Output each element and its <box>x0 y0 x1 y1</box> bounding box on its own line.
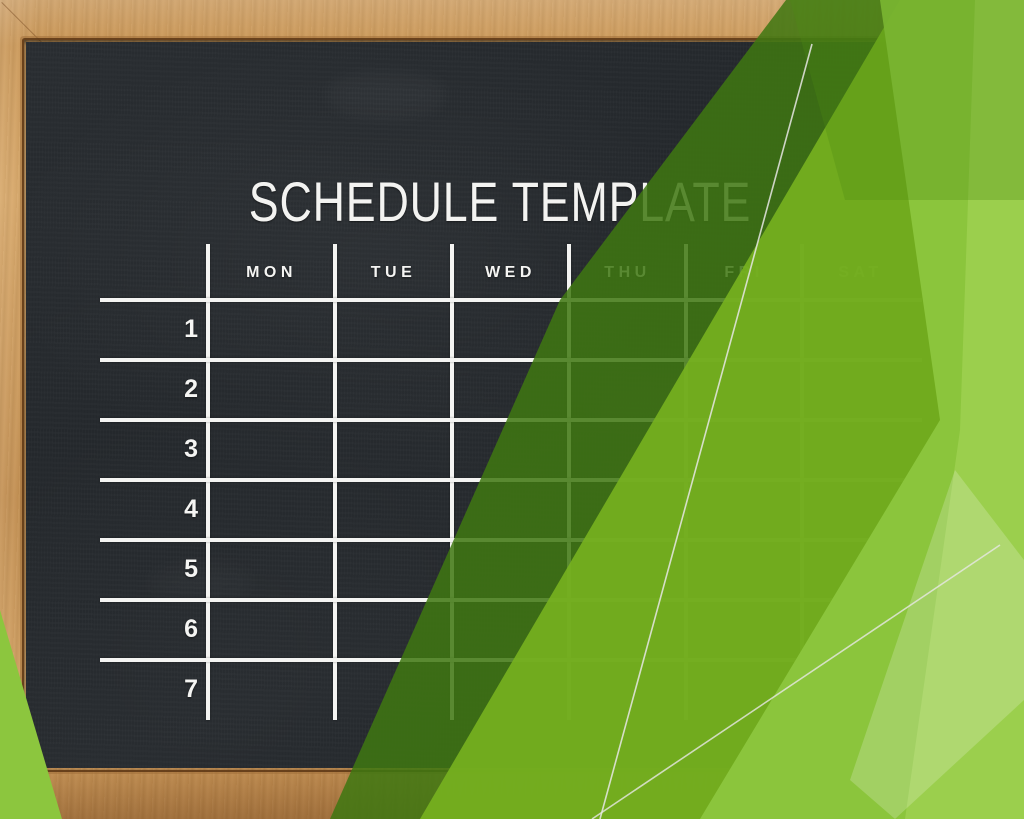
schedule-cell[interactable] <box>337 482 450 538</box>
schedule-cell[interactable] <box>688 602 800 658</box>
schedule-cell[interactable] <box>454 422 567 478</box>
schedule-cell[interactable] <box>688 662 800 720</box>
schedule-cell[interactable] <box>688 302 800 358</box>
day-header-fri: FRI <box>724 264 764 281</box>
schedule-cell[interactable] <box>804 662 922 720</box>
row-number-7: 7 <box>184 675 198 703</box>
schedule-cell[interactable] <box>688 362 800 418</box>
schedule-cell[interactable] <box>210 542 333 598</box>
schedule-cell[interactable] <box>454 302 567 358</box>
schedule-cell[interactable] <box>210 302 333 358</box>
row-number-3: 3 <box>184 435 198 463</box>
schedule-cell[interactable] <box>688 542 800 598</box>
schedule-cell[interactable] <box>804 482 922 538</box>
day-header-thu: THU <box>604 264 651 281</box>
schedule-cell[interactable] <box>454 602 567 658</box>
schedule-cell[interactable] <box>210 422 333 478</box>
chalk-smudge <box>326 72 446 118</box>
schedule-cell[interactable] <box>804 542 922 598</box>
row-number-5: 5 <box>184 555 198 583</box>
schedule-cell[interactable] <box>571 602 684 658</box>
row-number-6: 6 <box>184 615 198 643</box>
row-number-4: 4 <box>184 495 198 523</box>
row-number-1: 1 <box>184 315 198 343</box>
row-number-2: 2 <box>184 375 198 403</box>
schedule-cell[interactable] <box>337 662 450 720</box>
schedule-template-slide: SCHEDULE TEMPLATE MON TUE WED THU FRI SA… <box>0 0 1024 819</box>
schedule-cell[interactable] <box>454 362 567 418</box>
day-header-sat: SAT <box>838 264 883 281</box>
schedule-cell[interactable] <box>688 482 800 538</box>
schedule-cell[interactable] <box>688 422 800 478</box>
schedule-cell[interactable] <box>337 542 450 598</box>
schedule-cell[interactable] <box>571 482 684 538</box>
day-header-tue: TUE <box>370 264 417 281</box>
schedule-cell[interactable] <box>210 602 333 658</box>
schedule-cell[interactable] <box>210 662 333 720</box>
schedule-cell[interactable] <box>571 542 684 598</box>
schedule-cell[interactable] <box>454 542 567 598</box>
schedule-cell[interactable] <box>804 422 922 478</box>
schedule-cell[interactable] <box>337 602 450 658</box>
schedule-cell[interactable] <box>571 362 684 418</box>
day-header-mon: MON <box>246 264 297 281</box>
schedule-cell[interactable] <box>337 362 450 418</box>
schedule-cell[interactable] <box>210 482 333 538</box>
day-header-wed: WED <box>485 264 536 281</box>
schedule-cell[interactable] <box>210 362 333 418</box>
schedule-cell[interactable] <box>454 662 567 720</box>
schedule-grid: MON TUE WED THU FRI SAT 1 2 3 4 5 6 7 <box>100 244 948 750</box>
schedule-cell[interactable] <box>804 602 922 658</box>
schedule-cell[interactable] <box>571 422 684 478</box>
schedule-cell[interactable] <box>337 302 450 358</box>
schedule-cell[interactable] <box>571 302 684 358</box>
chalkboard-surface: SCHEDULE TEMPLATE MON TUE WED THU FRI SA… <box>26 42 974 768</box>
schedule-cell[interactable] <box>804 362 922 418</box>
schedule-cell[interactable] <box>804 302 922 358</box>
schedule-cell[interactable] <box>337 422 450 478</box>
schedule-cell[interactable] <box>571 662 684 720</box>
schedule-cell[interactable] <box>454 482 567 538</box>
page-title: SCHEDULE TEMPLATE <box>248 170 752 233</box>
